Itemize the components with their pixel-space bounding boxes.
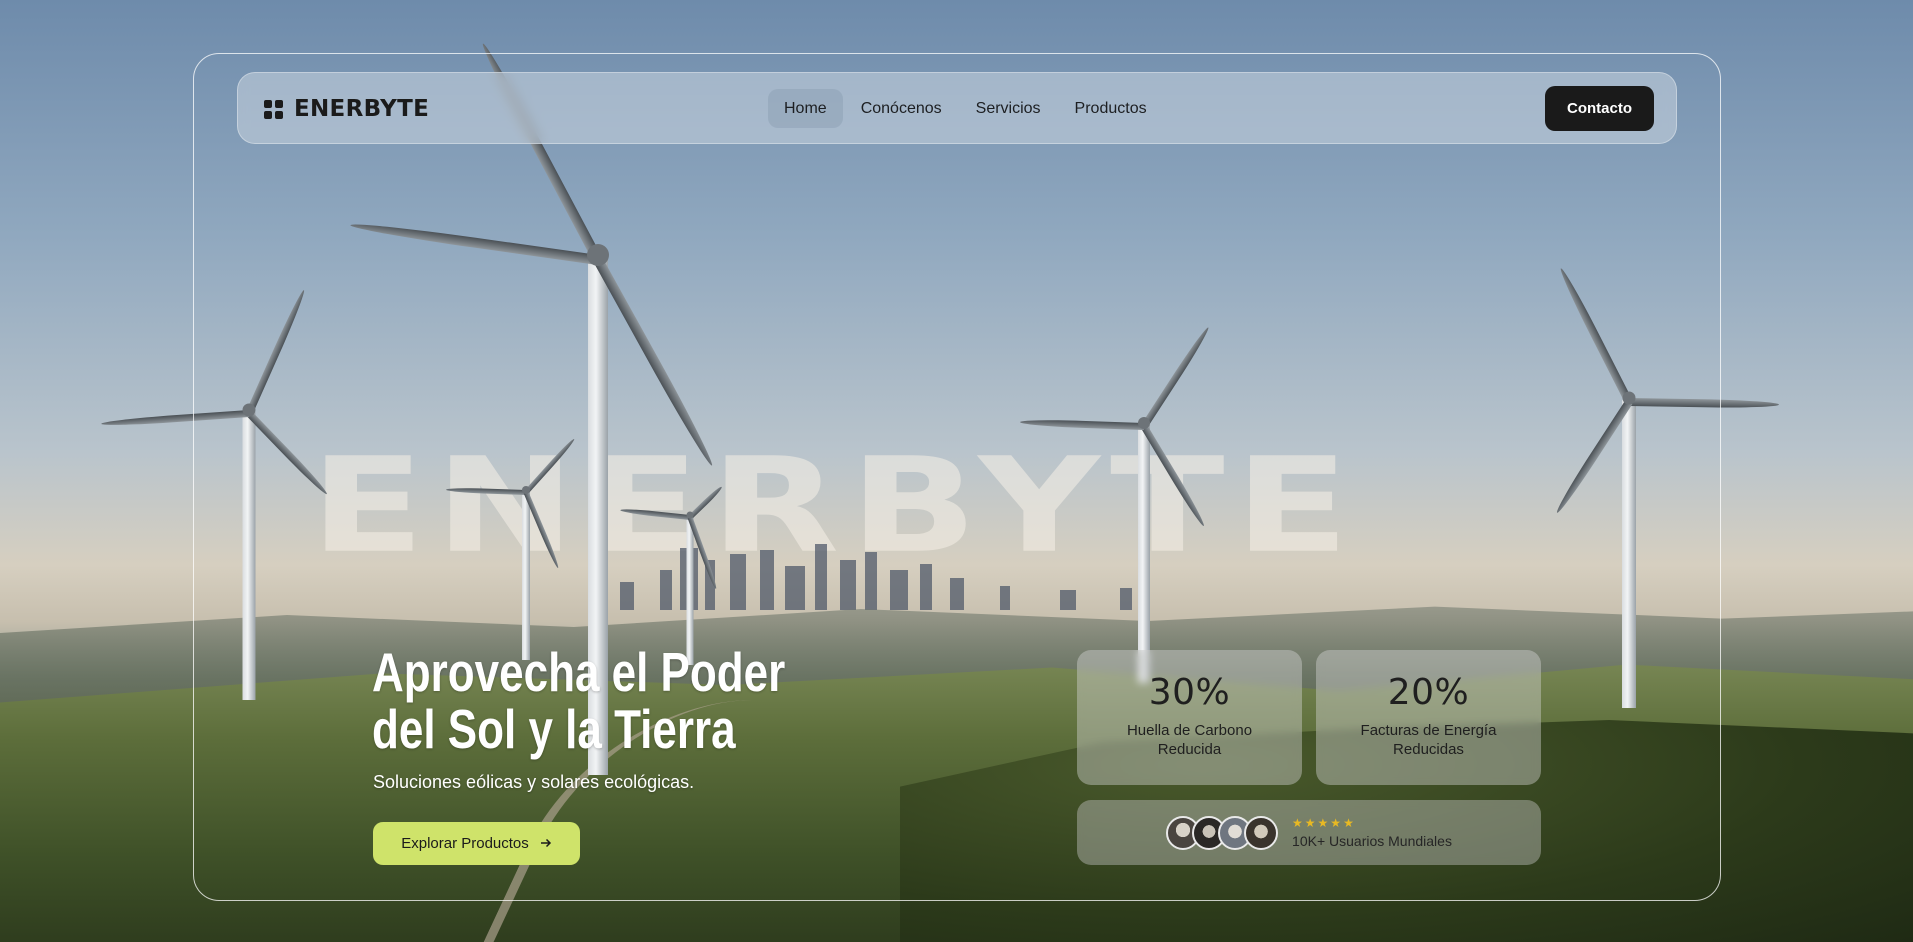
nav-servicios[interactable]: Servicios: [960, 89, 1057, 128]
contact-button[interactable]: Contacto: [1545, 86, 1654, 131]
stat-label-line-2: Reducidas: [1393, 741, 1464, 758]
main-nav: Home Conócenos Servicios Productos: [768, 89, 1163, 128]
stat-label: Huella de Carbono Reducida: [1077, 721, 1302, 759]
hero-title-line-2: del Sol y la Tierra: [372, 698, 736, 760]
navbar: ENERBYTE Home Conócenos Servicios Produc…: [237, 72, 1677, 144]
users-text: ★★★★★ 10K+ Usuarios Mundiales: [1292, 816, 1452, 849]
avatar-group: [1166, 815, 1279, 850]
grid-icon: [264, 99, 283, 119]
stat-value: 30%: [1148, 672, 1231, 713]
hero-title-line-1: Aprovecha el Poder: [372, 641, 786, 703]
stat-value: 20%: [1387, 672, 1470, 713]
star-rating-icon: ★★★★★: [1292, 816, 1356, 830]
users-card: ★★★★★ 10K+ Usuarios Mundiales: [1077, 800, 1541, 865]
stat-label-line-1: Facturas de Energía: [1360, 722, 1497, 739]
stat-label: Facturas de Energía Reducidas: [1316, 721, 1541, 759]
brand-name: ENERBYTE: [294, 96, 430, 122]
stat-card-carbon: 30% Huella de Carbono Reducida: [1077, 650, 1302, 785]
nav-productos[interactable]: Productos: [1059, 89, 1163, 128]
explore-products-button[interactable]: Explorar Productos: [373, 822, 580, 865]
explore-products-label: Explorar Productos: [401, 835, 529, 852]
hero-subtitle: Soluciones eólicas y solares ecológicas.: [373, 772, 695, 792]
nav-home[interactable]: Home: [768, 89, 843, 128]
nav-conocenos[interactable]: Conócenos: [845, 89, 958, 128]
brand-logo[interactable]: ENERBYTE: [264, 73, 429, 145]
users-count-label: 10K+ Usuarios Mundiales: [1292, 833, 1452, 849]
avatar: [1244, 815, 1279, 850]
stat-label-line-1: Huella de Carbono: [1126, 722, 1253, 739]
hero-title: Aprovecha el Poder del Sol y la Tierra: [372, 644, 788, 758]
stat-label-line-2: Reducida: [1157, 741, 1222, 758]
stat-card-energy: 20% Facturas de Energía Reducidas: [1316, 650, 1541, 785]
arrow-right-icon: [540, 835, 552, 852]
